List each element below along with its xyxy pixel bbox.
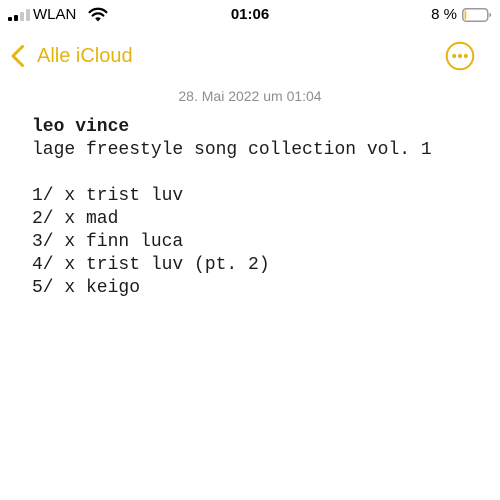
note-subtitle: lage freestyle song collection vol. 1: [32, 140, 432, 160]
back-button[interactable]: Alle iCloud: [10, 40, 133, 72]
more-options-icon[interactable]: [445, 41, 475, 71]
clock: 01:06: [230, 6, 270, 23]
track-item: 1/ x trist luv: [32, 186, 184, 206]
status-bar: WLAN 01:06 8 %: [0, 0, 500, 30]
back-button-label: Alle iCloud: [37, 45, 133, 67]
note-date: 28. Mai 2022 um 01:04: [178, 88, 322, 104]
track-list: 1/ x trist luv 2/ x mad 3/ x finn luca 4…: [32, 185, 482, 300]
track-item: 4/ x trist luv (pt. 2): [32, 255, 270, 275]
track-item: 5/ x keigo: [32, 278, 141, 298]
note-body[interactable]: leo vince lage freestyle song collection…: [32, 116, 482, 300]
navigation-bar: Alle iCloud: [0, 38, 500, 74]
note-title: leo vince: [32, 117, 130, 137]
track-item: 3/ x finn luca: [32, 232, 184, 252]
track-item: 2/ x mad: [32, 209, 119, 229]
battery-percentage: 8 %: [431, 6, 457, 23]
chevron-left-icon: [11, 45, 24, 67]
battery-icon: [462, 8, 492, 22]
